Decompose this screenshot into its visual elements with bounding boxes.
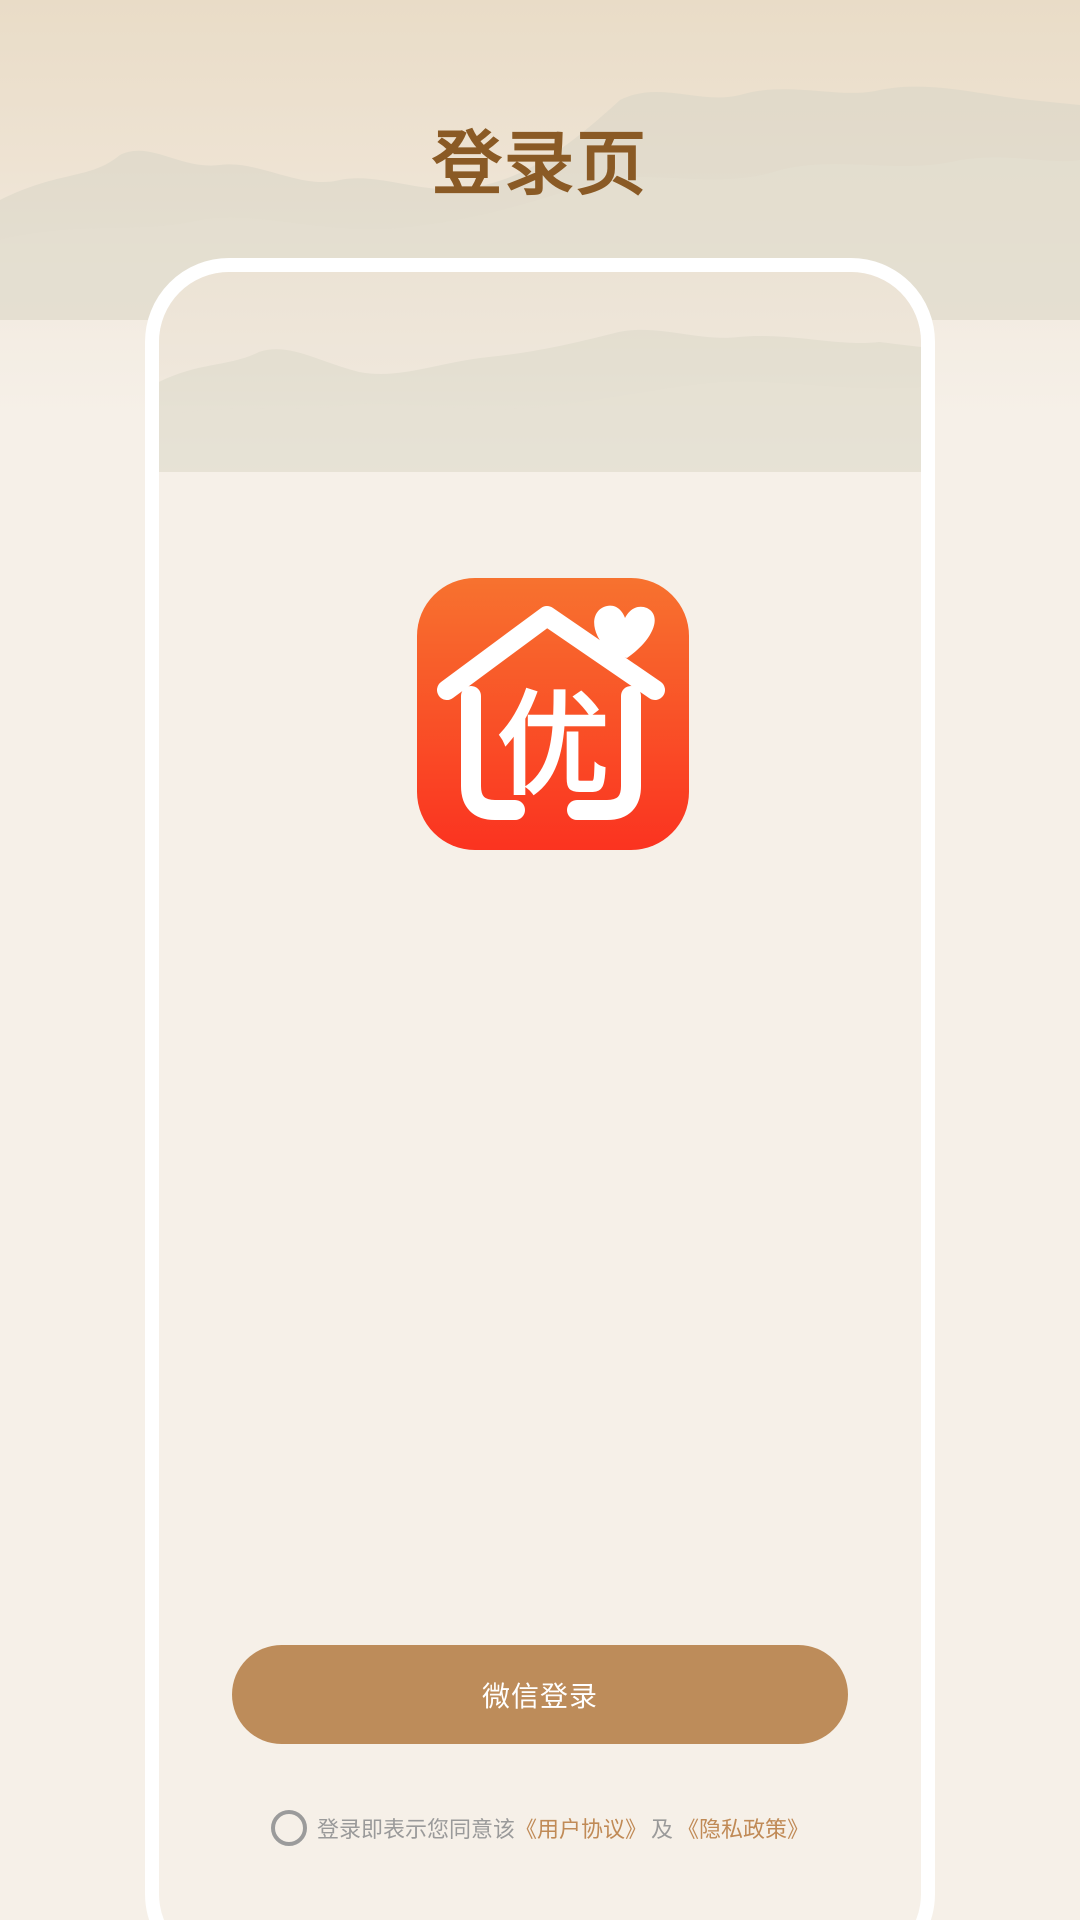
agreement-prefix: 登录即表示您同意该: [316, 1818, 515, 1843]
agreement-row: 登录即表示您同意该 《用户协议》 及 《隐私政策》: [0, 1810, 1080, 1846]
logo-glyph: 优: [497, 681, 609, 811]
agreement-conjunction: 及: [651, 1818, 674, 1843]
privacy-policy-link[interactable]: 《隐私政策》: [677, 1812, 809, 1844]
agree-checkbox[interactable]: [270, 1810, 307, 1846]
user-agreement-link[interactable]: 《用户协议》: [515, 1812, 647, 1844]
wechat-login-button[interactable]: 微信登录: [232, 1645, 848, 1744]
page-title: 登录页: [432, 122, 648, 205]
app-logo-icon: 优: [417, 578, 689, 850]
card-mountain-background: [159, 329, 921, 472]
